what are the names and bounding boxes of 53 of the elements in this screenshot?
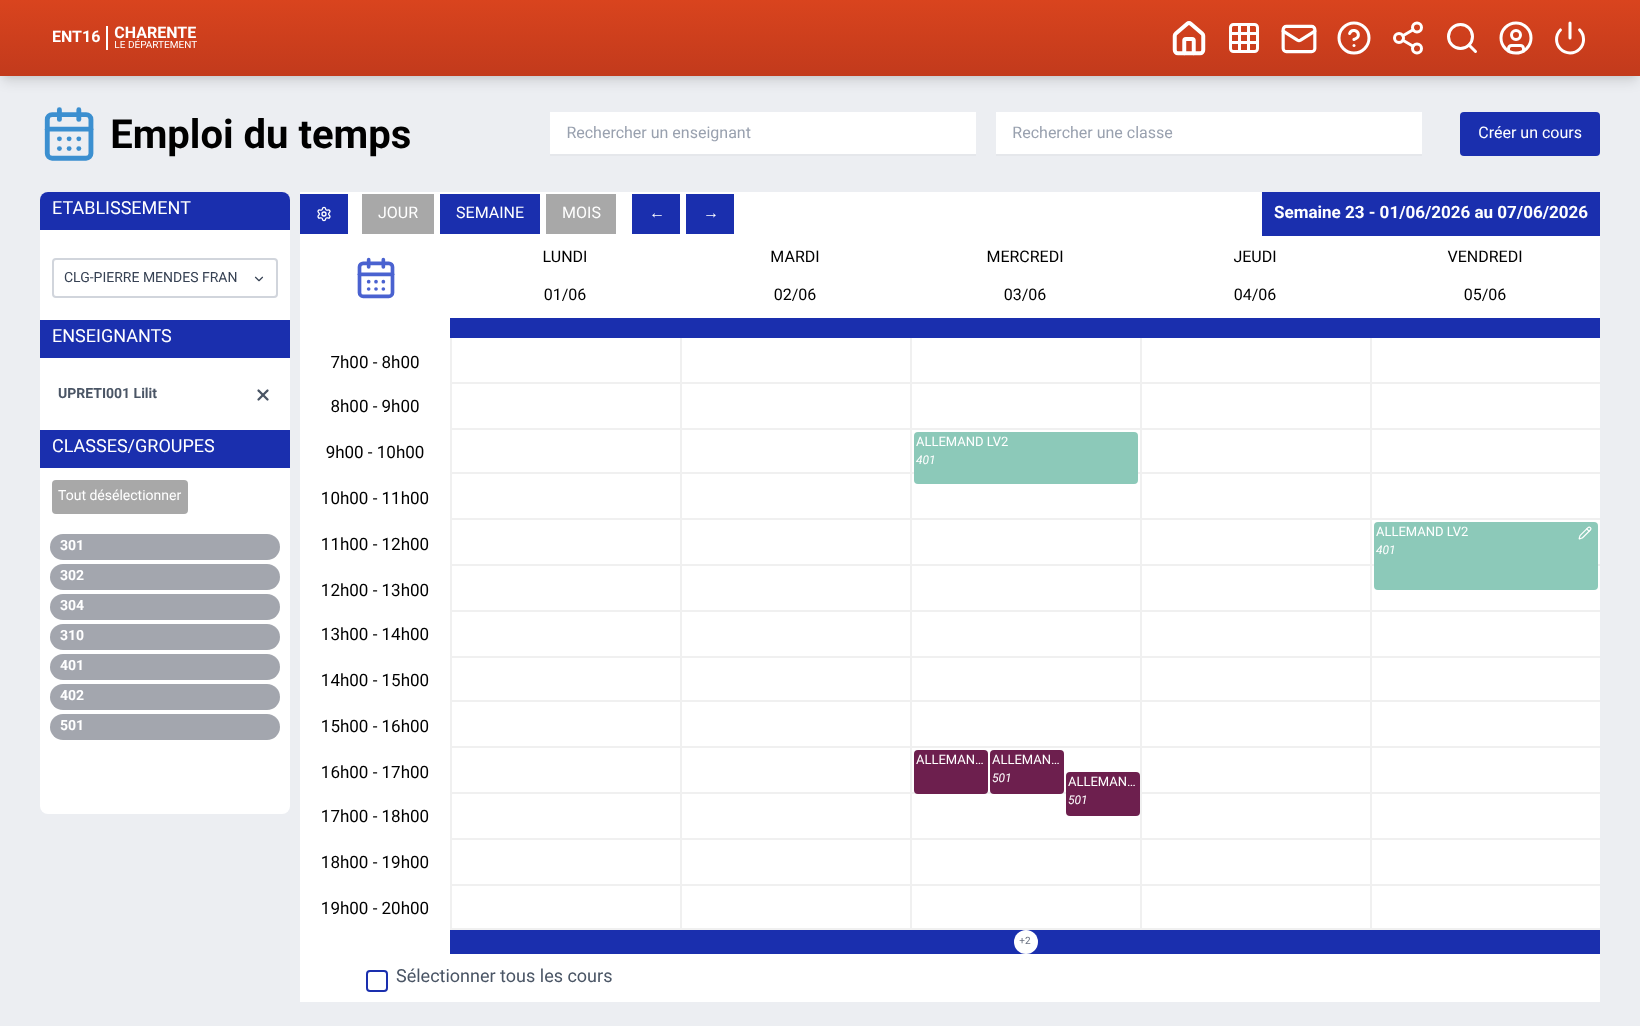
time-label: 16h00 - 17h00	[318, 761, 432, 788]
time-label: 15h00 - 16h00	[318, 715, 432, 742]
view-tab[interactable]: SEMAINE	[440, 194, 541, 234]
page-title: Emploi du temps	[110, 108, 414, 162]
time-label: 10h00 - 11h00	[318, 487, 432, 514]
day-name: MERCREDI	[986, 246, 1064, 270]
week-range: Semaine 23 - 01/06/2026 au 07/06/2026	[1262, 192, 1600, 236]
time-label: 14h00 - 15h00	[318, 670, 432, 697]
section-heading: ETABLISSEMENT	[40, 192, 290, 230]
checkbox[interactable]	[366, 969, 388, 992]
grid-icon[interactable]	[1226, 20, 1262, 56]
share-icon[interactable]	[1390, 20, 1426, 56]
power-icon[interactable]	[1552, 20, 1588, 56]
create-course-button[interactable]: Créer un cours	[1460, 112, 1600, 156]
day-date: 04/06	[1233, 284, 1277, 308]
gear-icon	[316, 206, 332, 222]
day-name: VENDREDI	[1447, 246, 1523, 270]
logo-text: CHARENTE	[114, 25, 198, 41]
class-search-field[interactable]: Rechercher une classe	[996, 112, 1423, 156]
caret-icon	[252, 271, 266, 285]
time-label: 13h00 - 14h00	[318, 624, 432, 651]
user-icon[interactable]	[1498, 20, 1534, 56]
view-tab[interactable]: MOIS	[546, 194, 617, 234]
time-label: 7h00 - 8h00	[328, 351, 422, 378]
section-heading: ENSEIGNANTS	[40, 320, 290, 358]
calendar-icon	[353, 255, 397, 299]
checkbox-label: Sélectionner tous les cours	[396, 966, 613, 993]
teacher-search-field[interactable]: Rechercher un enseignant	[550, 112, 977, 156]
remove-icon[interactable]	[254, 385, 272, 403]
day-name: LUNDI	[542, 246, 588, 270]
day-date: 03/06	[1003, 284, 1047, 308]
logo-text: ENT16	[52, 30, 101, 46]
day-date: 01/06	[543, 284, 587, 308]
day-name: MARDI	[770, 246, 820, 270]
mail-icon[interactable]	[1280, 19, 1318, 57]
next-button[interactable]: →	[686, 194, 735, 234]
time-label: 12h00 - 13h00	[318, 579, 432, 605]
previous-button[interactable]: ←	[632, 194, 681, 234]
time-label: 19h00 - 20h00	[318, 898, 432, 925]
section-heading: CLASSES/GROUPES	[40, 430, 290, 468]
settings-button[interactable]	[300, 194, 348, 234]
view-tab[interactable]: JOUR	[362, 194, 435, 234]
home-icon[interactable]	[1170, 19, 1208, 57]
day-date: 02/06	[773, 284, 817, 308]
time-label: 18h00 - 19h00	[318, 852, 432, 879]
time-label: 8h00 - 9h00	[328, 396, 422, 423]
time-label: 11h00 - 12h00	[318, 533, 432, 560]
time-label: 17h00 - 18h00	[318, 806, 432, 833]
search-icon[interactable]	[1444, 20, 1480, 56]
day-name: JEUDI	[1233, 246, 1277, 270]
help-icon[interactable]	[1336, 20, 1372, 56]
time-label: 9h00 - 10h00	[323, 442, 427, 469]
day-date: 05/06	[1463, 284, 1507, 308]
